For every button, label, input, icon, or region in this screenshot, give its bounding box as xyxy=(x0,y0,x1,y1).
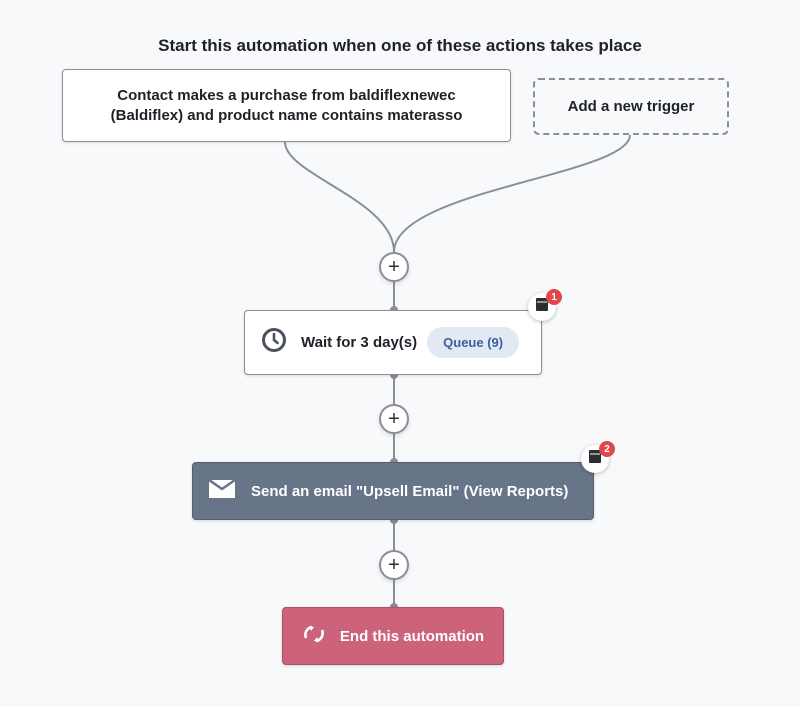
clock-icon xyxy=(261,327,287,358)
end-automation-step-card[interactable]: End this automation xyxy=(282,607,504,665)
wait-step-card[interactable]: Wait for 3 day(s) Queue (9) xyxy=(244,310,542,375)
refresh-icon xyxy=(302,624,326,649)
trigger-label: Contact makes a purchase from baldiflexn… xyxy=(110,86,463,124)
plus-icon: + xyxy=(388,554,400,576)
add-step-button[interactable]: + xyxy=(379,550,409,580)
end-automation-label: End this automation xyxy=(339,627,485,645)
send-email-step-card[interactable]: Send an email "Upsell Email" (View Repor… xyxy=(192,462,594,520)
note-count-badge: 1 xyxy=(546,289,562,305)
trigger-card[interactable]: Contact makes a purchase from baldiflexn… xyxy=(62,69,511,142)
wait-notes-button[interactable]: 1 xyxy=(528,289,562,321)
envelope-icon xyxy=(208,478,236,503)
add-step-button[interactable]: + xyxy=(379,404,409,434)
plus-icon: + xyxy=(388,408,400,430)
wait-step-label: Wait for 3 day(s) xyxy=(301,334,418,351)
add-step-button[interactable]: + xyxy=(379,252,409,282)
email-notes-button[interactable]: 2 xyxy=(581,441,615,473)
send-email-step-label: Send an email "Upsell Email" (View Repor… xyxy=(251,482,569,500)
add-trigger-button[interactable]: Add a new trigger xyxy=(533,78,729,135)
note-count-badge: 2 xyxy=(599,441,615,457)
queue-button[interactable]: Queue (9) xyxy=(427,327,520,358)
plus-icon: + xyxy=(388,256,400,278)
add-trigger-label: Add a new trigger xyxy=(567,98,695,115)
